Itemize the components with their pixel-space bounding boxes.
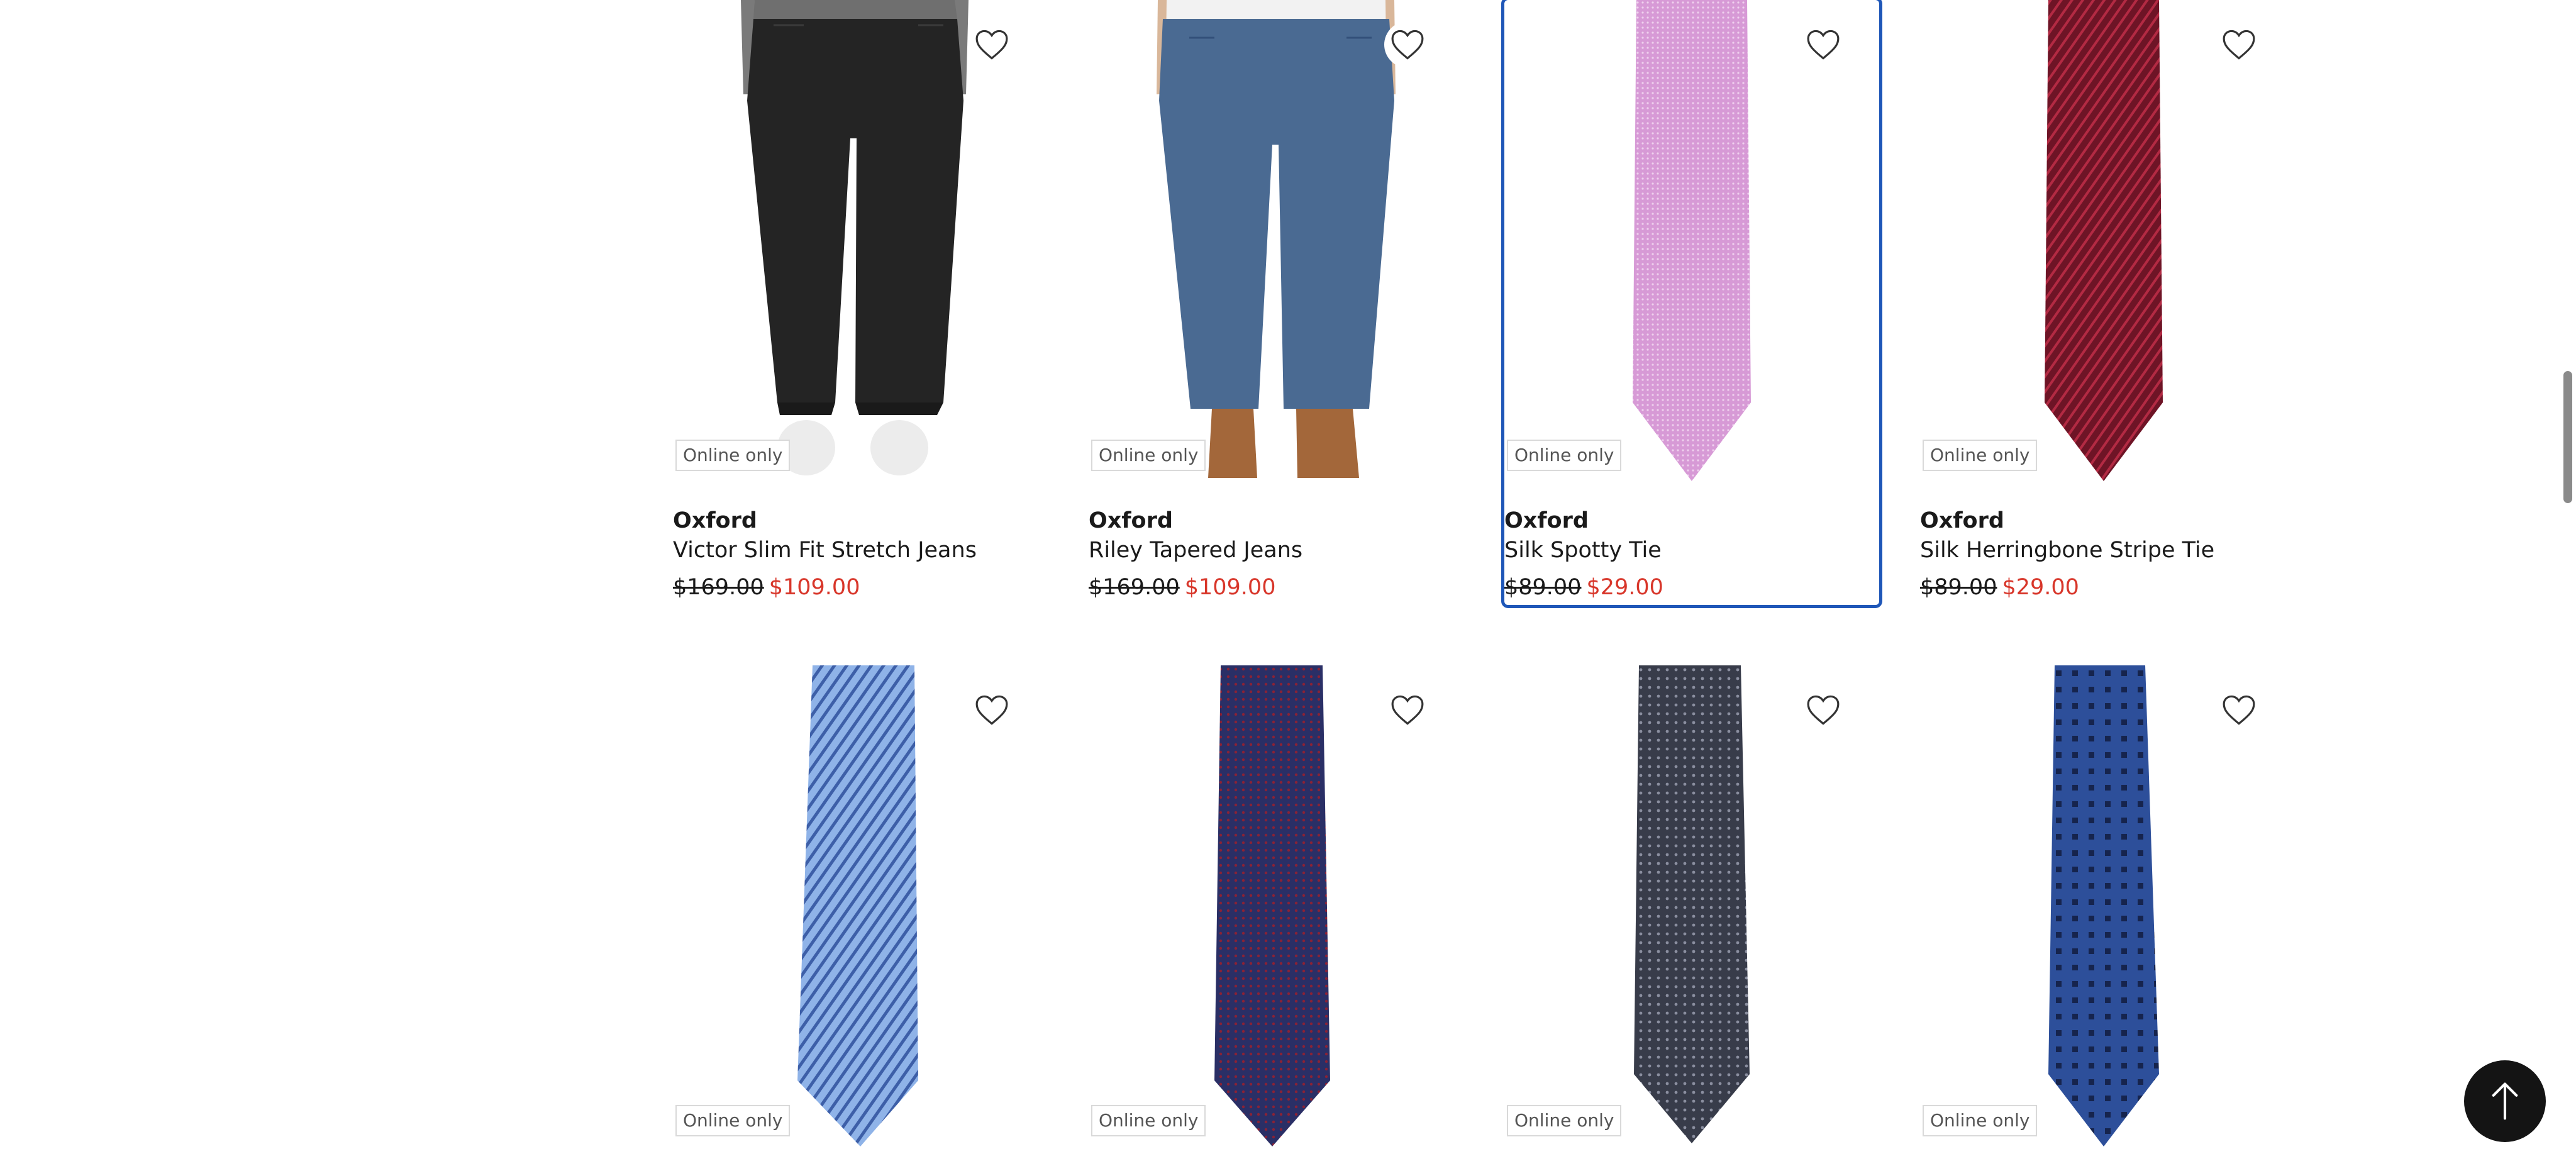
product-price: $169.00 $109.00: [673, 575, 860, 600]
sale-price: $29.00: [2002, 575, 2079, 600]
product-card[interactable]: Online only Oxford Silk Spotty Tie $89.0…: [1501, 0, 1882, 608]
wishlist-heart-icon[interactable]: [1800, 21, 1846, 68]
product-card[interactable]: Online only Oxford Victor Slim Fit Stret…: [673, 0, 1048, 605]
product-brand: Oxford: [1504, 508, 1589, 533]
product-image[interactable]: [1920, 665, 2295, 1150]
sale-price: $109.00: [769, 575, 860, 600]
product-card[interactable]: Online only: [1920, 665, 2295, 1171]
online-only-badge: Online only: [1507, 1105, 1622, 1136]
scrollbar-thumb[interactable]: [2563, 371, 2572, 503]
product-image[interactable]: [673, 665, 1048, 1150]
product-card[interactable]: Online only: [1504, 665, 1879, 1171]
product-name[interactable]: Riley Tapered Jeans: [1089, 538, 1302, 563]
sale-price: $29.00: [1586, 575, 1663, 600]
online-only-badge: Online only: [675, 440, 791, 471]
wishlist-heart-icon[interactable]: [2216, 21, 2262, 68]
sale-price: $109.00: [1184, 575, 1276, 600]
online-only-badge: Online only: [1091, 440, 1206, 471]
arrow-up-icon: [2492, 1082, 2518, 1120]
online-only-badge: Online only: [675, 1105, 791, 1136]
online-only-badge: Online only: [1507, 440, 1622, 471]
product-card[interactable]: Online only: [1089, 665, 1463, 1171]
original-price: $89.00: [1920, 575, 1997, 600]
wishlist-heart-icon[interactable]: [2216, 687, 2262, 733]
product-name[interactable]: Silk Herringbone Stripe Tie: [1920, 538, 2214, 563]
product-brand: Oxford: [1089, 508, 1173, 533]
wishlist-heart-icon[interactable]: [969, 687, 1015, 733]
original-price: $169.00: [1089, 575, 1180, 600]
back-to-top-button[interactable]: [2464, 1060, 2546, 1142]
online-only-badge: Online only: [1091, 1105, 1206, 1136]
online-only-badge: Online only: [1923, 440, 2038, 471]
product-price: $169.00 $109.00: [1089, 575, 1275, 600]
product-image[interactable]: [1089, 665, 1463, 1150]
product-card[interactable]: Online only: [673, 665, 1048, 1171]
product-grid: Online only Oxford Victor Slim Fit Stret…: [673, 0, 2275, 1171]
online-only-badge: Online only: [1923, 1105, 2038, 1136]
wishlist-heart-icon[interactable]: [1384, 687, 1431, 733]
product-image[interactable]: [1920, 0, 2295, 484]
wishlist-heart-icon[interactable]: [969, 21, 1015, 68]
product-brand: Oxford: [1920, 508, 2004, 533]
product-image[interactable]: [1504, 665, 1879, 1150]
product-image[interactable]: [1089, 0, 1463, 484]
original-price: $169.00: [673, 575, 764, 600]
wishlist-heart-icon[interactable]: [1800, 687, 1846, 733]
wishlist-heart-icon[interactable]: [1384, 21, 1431, 68]
product-name[interactable]: Victor Slim Fit Stretch Jeans: [673, 538, 977, 563]
product-image[interactable]: [1504, 0, 1879, 484]
product-price: $89.00 $29.00: [1504, 575, 1663, 600]
product-price: $89.00 $29.00: [1920, 575, 2079, 600]
product-name[interactable]: Silk Spotty Tie: [1504, 538, 1662, 563]
product-brand: Oxford: [673, 508, 757, 533]
product-image[interactable]: [673, 0, 1048, 484]
original-price: $89.00: [1504, 575, 1582, 600]
product-card[interactable]: Online only Oxford Silk Herringbone Stri…: [1920, 0, 2295, 605]
product-card[interactable]: Online only Oxford Riley Tapered Jeans $…: [1089, 0, 1463, 605]
